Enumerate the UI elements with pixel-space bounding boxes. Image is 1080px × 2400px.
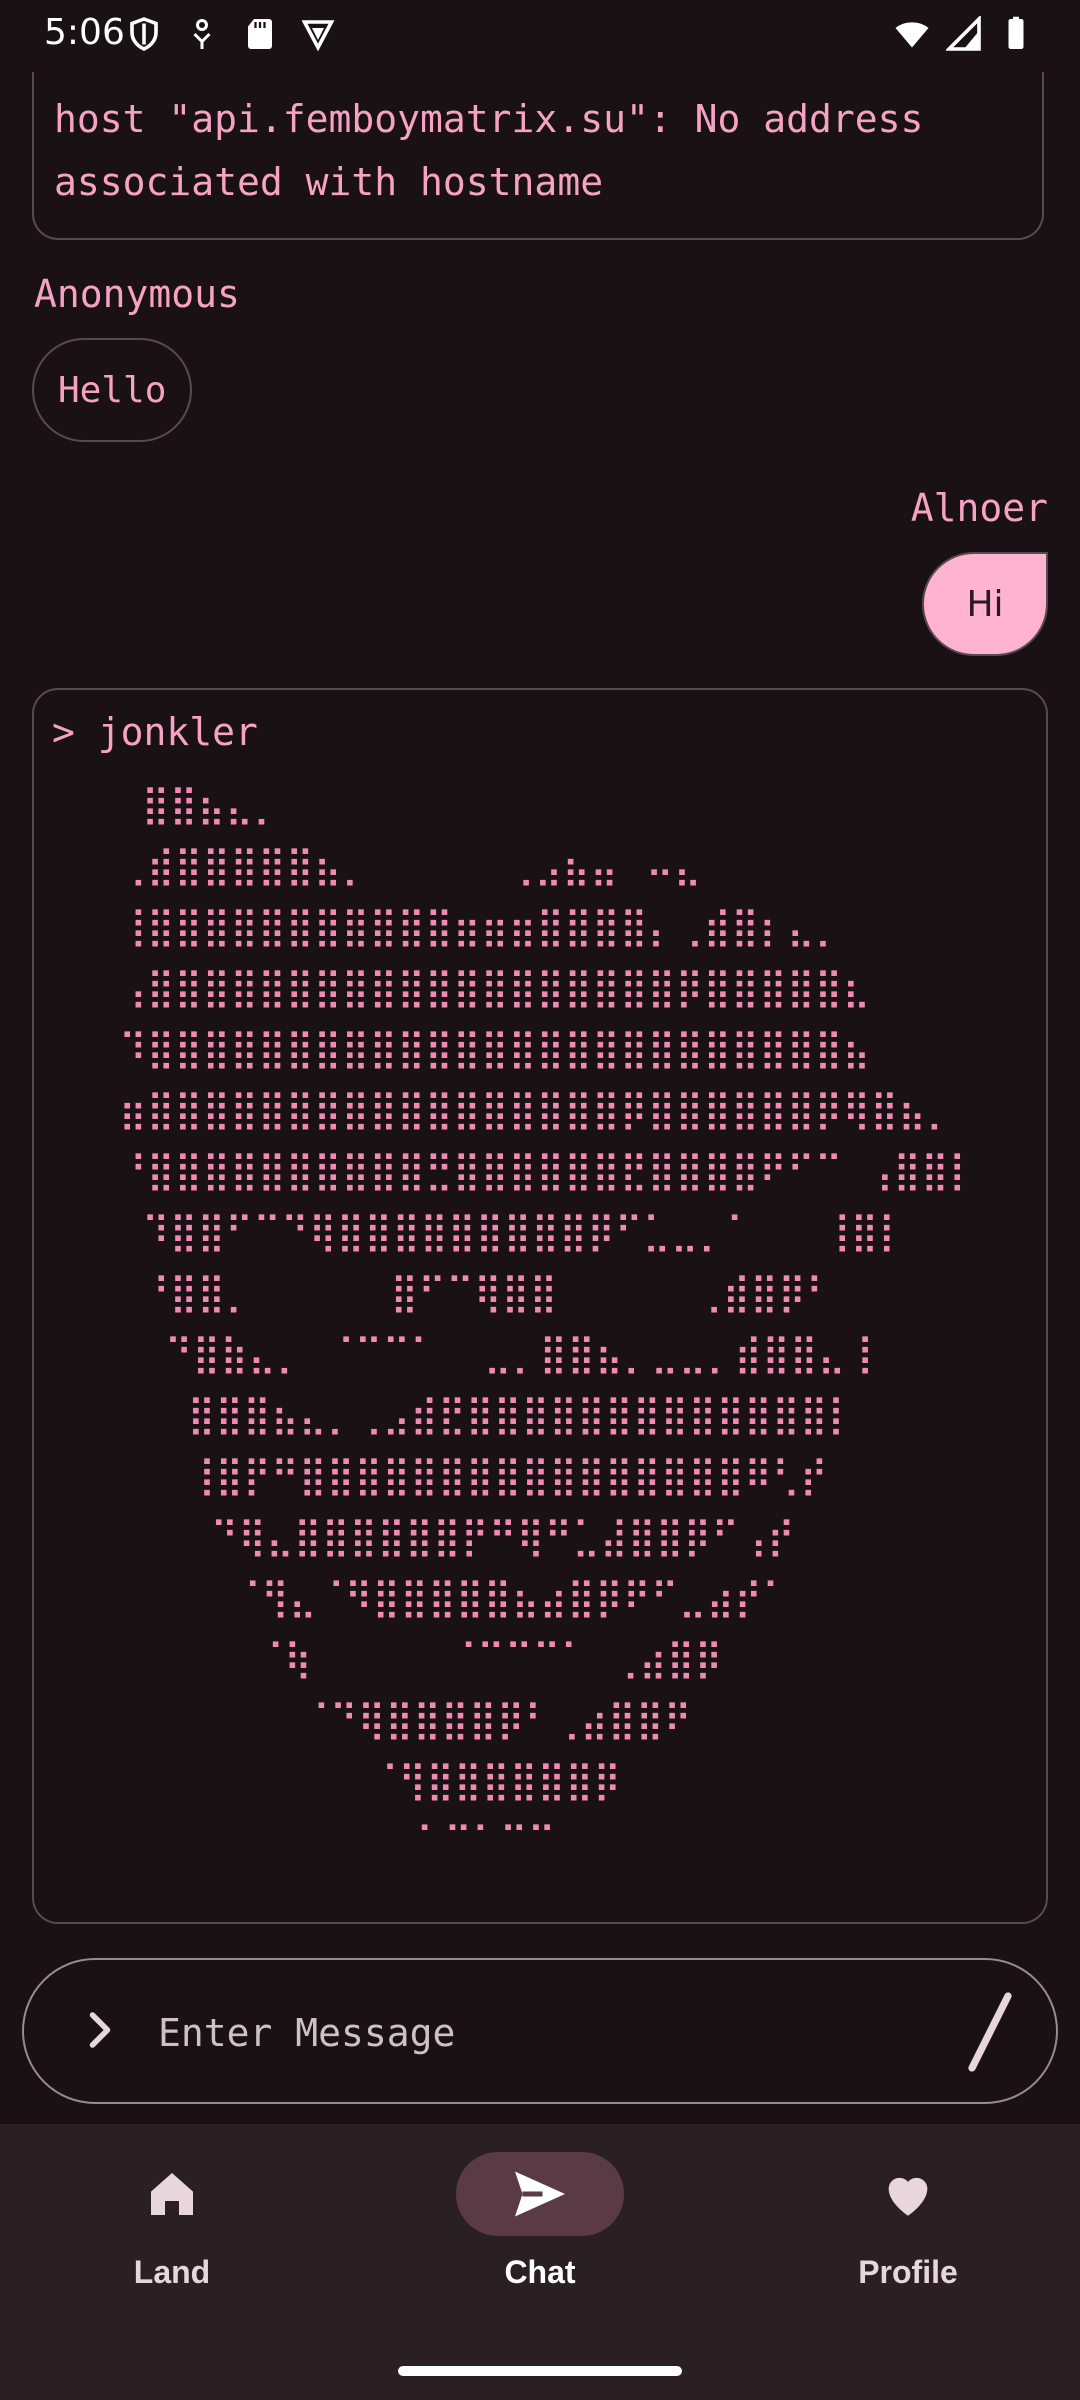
status-icons-left <box>126 16 336 52</box>
chevron-right-icon[interactable] <box>70 2000 130 2060</box>
nav-pill-land <box>88 2152 256 2236</box>
message-bubble-outgoing[interactable]: Hi <box>922 552 1048 656</box>
message-bubble-incoming[interactable]: Hello <box>32 338 193 442</box>
status-time: 5:06 <box>44 12 125 53</box>
usb-debug-icon <box>193 19 211 49</box>
nav-pill-chat <box>456 2152 624 2236</box>
message-input[interactable] <box>156 1990 920 2076</box>
nav-label-profile: Profile <box>858 2254 958 2290</box>
signal-icon <box>946 16 981 51</box>
nav-item-chat[interactable]: Chat <box>420 2152 660 2312</box>
ascii-art: ⣿⣿⣦⣄⡀ ⢀⣾⣿⣿⣿⣿⣿⣦⡀ ⢀⣠⣦⣤⠀⠤⣄ ⢸⣿⣿⣿⣿⣿⣿⣿⣿⣿⣿⣿⣶⣶⣶⣿… <box>118 782 977 1863</box>
vpn-shield-icon <box>301 20 335 52</box>
wifi-icon <box>895 22 929 48</box>
battery-icon <box>1008 16 1024 49</box>
shield-icon <box>130 17 158 51</box>
sd-card-icon <box>248 19 272 49</box>
send-icon <box>515 2171 565 2217</box>
heart-icon <box>888 2177 928 2216</box>
error-message-text: host "api.femboymatrix.su": No address a… <box>54 97 924 204</box>
status-bar: 5:06 <box>0 0 1080 72</box>
command-slash-icon[interactable] <box>960 1990 1020 2074</box>
command-output-card[interactable]: > jonkler ⣿⣿⣦⣄⡀ ⢀⣾⣿⣿⣿⣿⣿⣦⡀ ⢀⣠⣦⣤⠀⠤⣄ ⢸⣿⣿⣿⣿⣿… <box>32 688 1048 1924</box>
chat-message-list[interactable]: host "api.femboymatrix.su": No address a… <box>0 72 1080 1952</box>
nav-pill-profile <box>824 2152 992 2236</box>
nav-item-profile[interactable]: Profile <box>788 2152 1028 2312</box>
nav-label-chat: Chat <box>504 2254 576 2290</box>
sender-name-self: Alnoer <box>910 486 1048 530</box>
home-indicator[interactable] <box>398 2366 682 2376</box>
command-title: > jonkler <box>52 710 258 754</box>
bottom-navigation: Land Chat Profile <box>0 2124 1080 2400</box>
status-icons-right <box>894 16 1034 52</box>
home-icon <box>151 2173 193 2215</box>
message-composer <box>22 1958 1058 2104</box>
sender-name-anonymous: Anonymous <box>34 272 240 316</box>
error-message-card: host "api.femboymatrix.su": No address a… <box>32 72 1044 240</box>
nav-item-land[interactable]: Land <box>52 2152 292 2312</box>
nav-label-land: Land <box>133 2254 211 2290</box>
